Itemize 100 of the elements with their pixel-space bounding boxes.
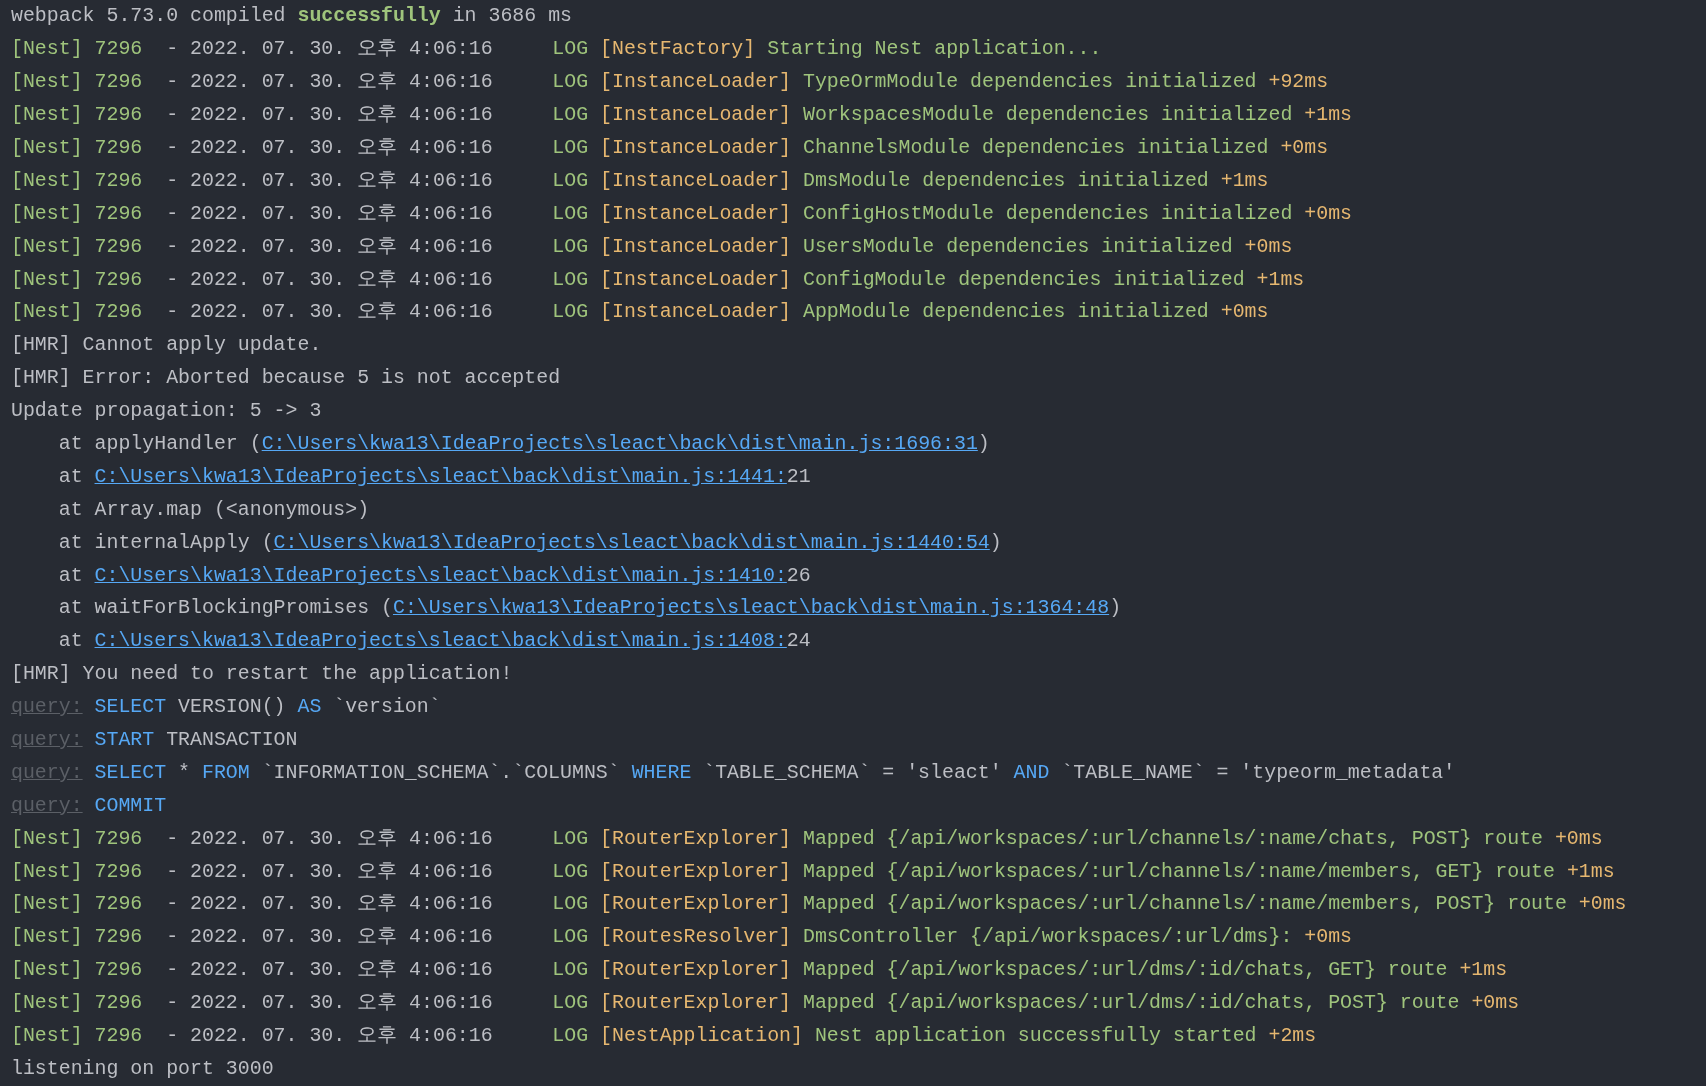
sql-text: `TABLE_NAME` = 'typeorm_metadata' — [1061, 759, 1456, 786]
sql-text: `TABLE_SCHEMA` = 'sleact' — [703, 759, 1002, 786]
log-text: [HMR] You need to restart the application! — [11, 661, 513, 688]
nest-tag: [Nest] — [11, 35, 83, 64]
process-id: 7296 — [94, 69, 143, 96]
log-timing: +0ms — [1280, 135, 1329, 161]
log-message: ConfigModule dependencies initialized — [802, 266, 1245, 293]
trace-text: at Array.map (<anonymous>) — [58, 496, 370, 523]
log-level: LOG — [552, 924, 589, 951]
log-message: Mapped {/api/workspaces/:url/dms/:id/chats, POST} route — [802, 990, 1460, 1017]
log-text: [HMR] Error: Aborted because 5 is not accepted — [11, 365, 561, 392]
sql-keyword: COMMIT — [94, 792, 167, 819]
log-level: LOG — [552, 102, 589, 129]
process-id: 7296 — [94, 990, 143, 1017]
log-message: Starting Nest application... — [767, 36, 1102, 63]
status-text: successfully — [297, 3, 441, 30]
file-link[interactable]: C:\Users\kwa13\IdeaProjects\sleact\back\dist\main.js:1408: — [94, 627, 787, 656]
log-level: LOG — [552, 858, 589, 885]
process-id: 7296 — [94, 135, 143, 161]
sql-text: `INFORMATION_SCHEMA`.`COLUMNS` — [261, 759, 620, 786]
log-level: LOG — [552, 266, 589, 293]
timestamp: - 2022. 07. 30. 오후 4:06:16 — [166, 167, 493, 194]
sql-keyword: WHERE — [631, 759, 692, 786]
process-id: 7296 — [94, 957, 143, 984]
trace-text: 21 — [786, 463, 811, 490]
log-context: [InstanceLoader] — [600, 233, 792, 260]
process-id: 7296 — [94, 200, 143, 227]
nest-tag: [Nest] — [11, 857, 83, 886]
sql-keyword: START — [94, 727, 155, 754]
nest-tag: [Nest] — [11, 265, 83, 294]
sql-keyword: AND — [1013, 759, 1050, 786]
trace-text: at — [58, 628, 83, 655]
file-link[interactable]: C:\Users\kwa13\IdeaProjects\sleact\back\dist\main.js:1410: — [94, 561, 787, 590]
log-context: [RouterExplorer] — [600, 858, 792, 885]
log-timing: +1ms — [1566, 858, 1615, 885]
nest-tag: [Nest] — [11, 1022, 83, 1051]
log-timing: +0ms — [1244, 233, 1293, 260]
log-message: DmsModule dependencies initialized — [802, 167, 1209, 194]
timestamp: - 2022. 07. 30. 오후 4:06:16 — [166, 266, 493, 293]
file-link[interactable]: C:\Users\kwa13\IdeaProjects\sleact\back\dist\main.js:1441: — [94, 462, 787, 491]
log-timing: +0ms — [1554, 825, 1603, 852]
trace-text: ) — [989, 529, 1002, 556]
log-context: [InstanceLoader] — [600, 167, 792, 194]
process-id: 7296 — [94, 36, 143, 63]
log-message: UsersModule dependencies initialized — [802, 233, 1233, 260]
file-link[interactable]: C:\Users\kwa13\IdeaProjects\sleact\back\dist\main.js:1440:54 — [273, 528, 990, 557]
nest-tag: [Nest] — [11, 923, 83, 952]
log-message: TypeOrmModule dependencies initialized — [802, 69, 1257, 96]
nest-tag: [Nest] — [11, 68, 83, 97]
nest-tag: [Nest] — [11, 199, 83, 228]
log-timing: +0ms — [1220, 299, 1269, 326]
log-context: [InstanceLoader] — [600, 135, 792, 161]
log-level: LOG — [552, 299, 589, 326]
log-context: [RouterExplorer] — [600, 891, 792, 918]
timestamp: - 2022. 07. 30. 오후 4:06:16 — [166, 957, 493, 984]
process-id: 7296 — [94, 102, 143, 129]
log-message: Nest application successfully started — [814, 1023, 1257, 1050]
log-context: [NestApplication] — [600, 1023, 803, 1050]
log-level: LOG — [552, 957, 589, 984]
process-id: 7296 — [94, 167, 143, 194]
log-text: [HMR] Cannot apply update. — [11, 332, 322, 359]
file-link[interactable]: C:\Users\kwa13\IdeaProjects\sleact\back\dist\main.js:1364:48 — [392, 594, 1110, 623]
process-id: 7296 — [94, 299, 143, 326]
log-level: LOG — [552, 990, 589, 1017]
nest-tag: [Nest] — [11, 989, 83, 1018]
log-message: WorkspacesModule dependencies initialized — [802, 102, 1293, 129]
log-message: ConfigHostModule dependencies initialized — [802, 200, 1293, 227]
nest-tag: [Nest] — [11, 101, 83, 130]
trace-text: at — [58, 562, 83, 589]
log-timing: +2ms — [1268, 1023, 1317, 1050]
log-message: Mapped {/api/workspaces/:url/dms/:id/chats, GET} route — [802, 957, 1448, 984]
sql-text: TRANSACTION — [166, 727, 298, 754]
log-level: LOG — [552, 167, 589, 194]
nest-tag: [Nest] — [11, 298, 83, 327]
timestamp: - 2022. 07. 30. 오후 4:06:16 — [166, 36, 493, 63]
log-text: in 3686 ms — [452, 3, 572, 30]
timestamp: - 2022. 07. 30. 오후 4:06:16 — [166, 858, 493, 885]
process-id: 7296 — [94, 924, 143, 951]
log-level: LOG — [552, 135, 589, 161]
trace-text: at internalApply ( — [58, 529, 274, 556]
log-timing: +0ms — [1304, 924, 1352, 951]
sql-keyword: SELECT — [94, 694, 167, 721]
log-level: LOG — [552, 36, 589, 63]
process-id: 7296 — [94, 1023, 143, 1050]
sql-text: VERSION() — [178, 694, 286, 721]
process-id: 7296 — [94, 825, 143, 852]
timestamp: - 2022. 07. 30. 오후 4:06:16 — [166, 990, 493, 1017]
timestamp: - 2022. 07. 30. 오후 4:06:16 — [166, 924, 493, 951]
log-message: Mapped {/api/workspaces/:url/channels/:name/members, POST} route — [802, 891, 1567, 918]
timestamp: - 2022. 07. 30. 오후 4:06:16 — [166, 69, 493, 96]
log-timing: +1ms — [1256, 266, 1305, 293]
log-level: LOG — [552, 233, 589, 260]
timestamp: - 2022. 07. 30. 오후 4:06:16 — [166, 135, 493, 161]
trace-text: at waitForBlockingPromises ( — [58, 595, 393, 622]
process-id: 7296 — [94, 233, 143, 260]
file-link[interactable]: C:\Users\kwa13\IdeaProjects\sleact\back\dist\main.js:1696:31 — [261, 430, 978, 458]
trace-text: at applyHandler ( — [58, 431, 262, 457]
nest-tag: [Nest] — [11, 956, 83, 985]
log-message: AppModule dependencies initialized — [802, 299, 1209, 326]
log-timing: +1ms — [1220, 167, 1269, 194]
